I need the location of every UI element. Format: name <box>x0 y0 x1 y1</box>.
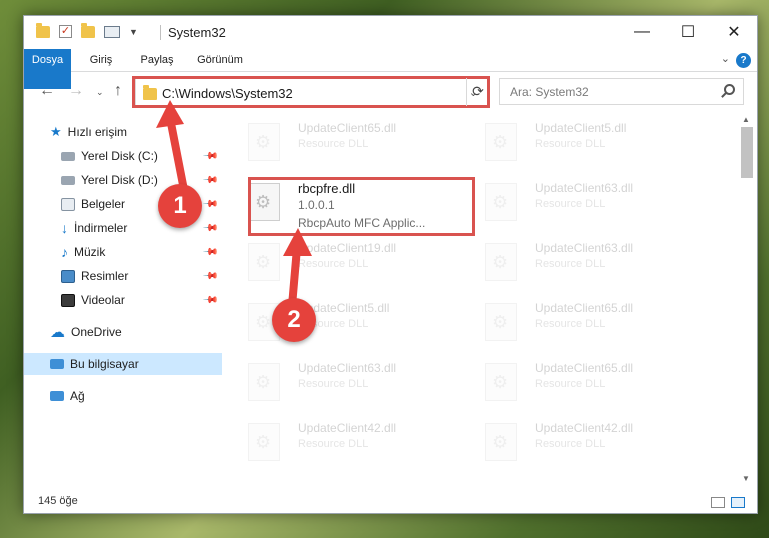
arrow-2-head <box>283 228 312 256</box>
step-marker-2: 2 <box>272 298 316 342</box>
annotation-arrows <box>156 100 312 310</box>
arrow-1-shaft <box>166 114 188 194</box>
arrow-1-head <box>156 100 184 128</box>
step-marker-1: 1 <box>158 184 202 228</box>
